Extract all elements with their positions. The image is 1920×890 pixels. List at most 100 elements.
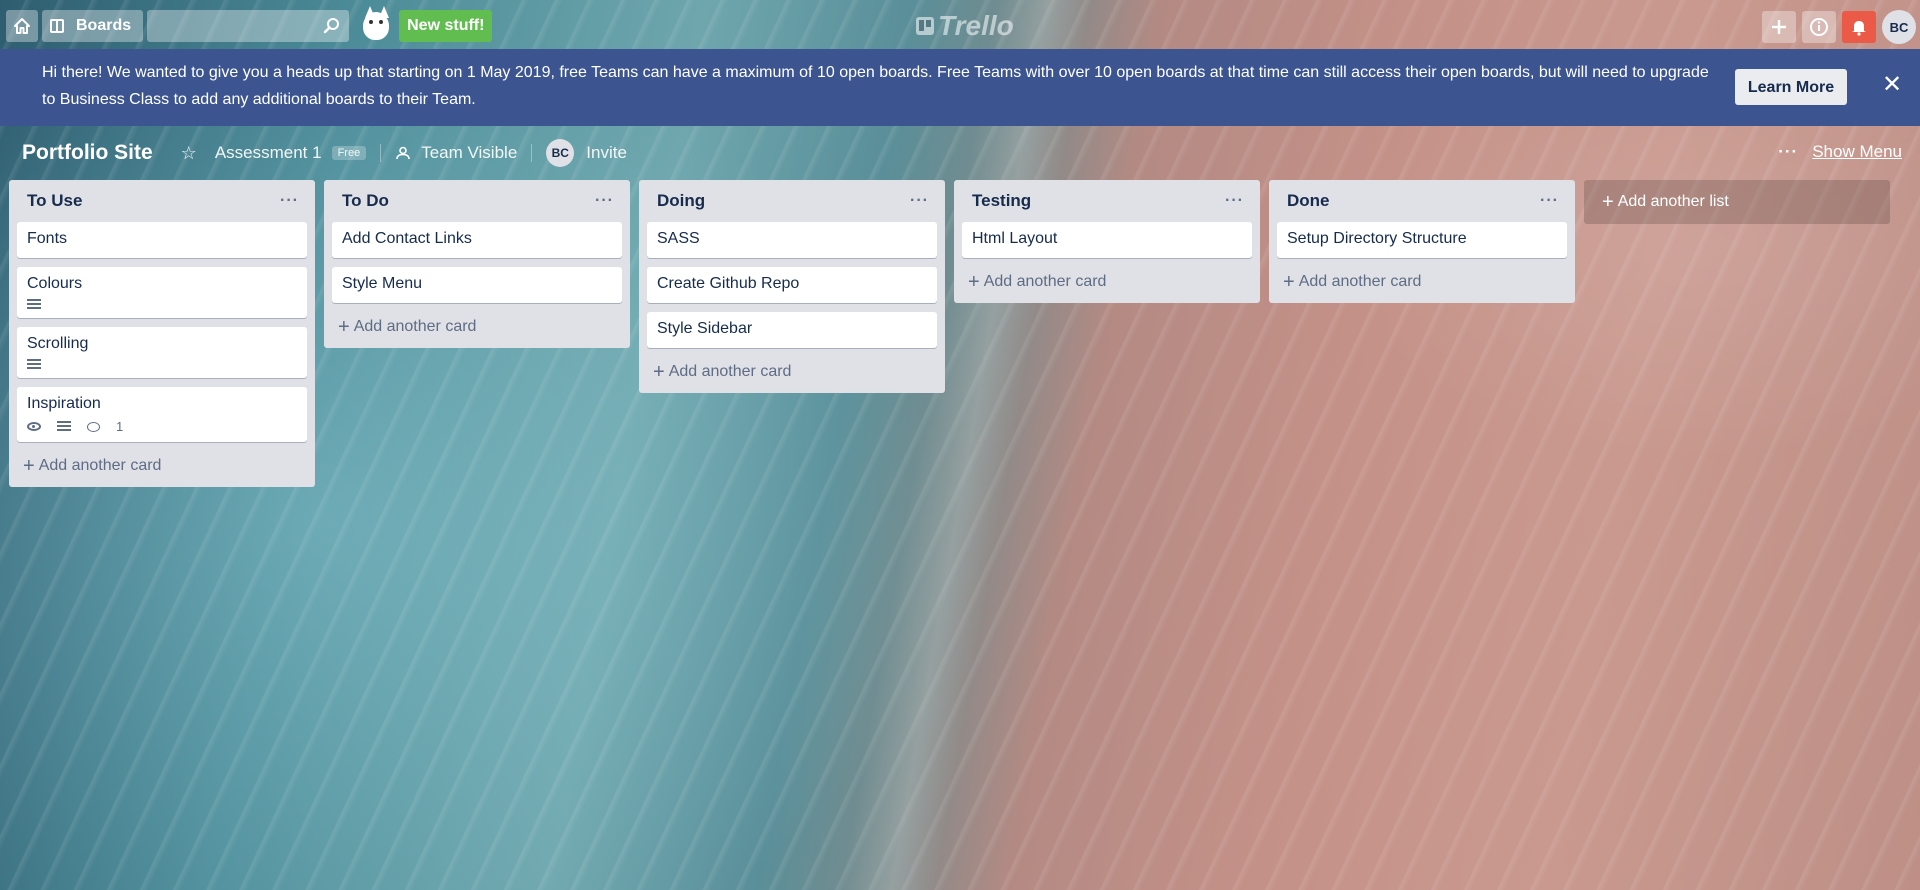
- member-avatar[interactable]: BC: [546, 139, 575, 167]
- add-card-button[interactable]: + Add another card: [1277, 267, 1567, 295]
- plus-icon: +: [653, 361, 665, 383]
- add-card-button[interactable]: + Add another card: [962, 267, 1252, 295]
- invite-button[interactable]: Invite: [586, 143, 627, 163]
- description-icon: [57, 421, 71, 432]
- add-card-button[interactable]: + Add another card: [647, 357, 937, 385]
- add-card-label: Add another card: [983, 273, 1107, 290]
- plus-icon: +: [1602, 190, 1614, 213]
- card-sass[interactable]: SASS: [647, 222, 937, 258]
- show-menu-button[interactable]: ··· Show Menu: [1778, 142, 1902, 162]
- list-title[interactable]: Doing: [657, 191, 705, 211]
- card-badges: 1: [27, 419, 297, 434]
- card-create-github-repo[interactable]: Create Github Repo: [647, 267, 937, 303]
- user-avatar[interactable]: BC: [1882, 10, 1916, 44]
- card-title: Style Sidebar: [657, 320, 753, 337]
- card-title: Scrolling: [27, 335, 89, 352]
- list-header: Doing ···: [647, 180, 937, 222]
- eye-icon: [27, 422, 41, 431]
- ellipsis-icon[interactable]: ···: [1540, 192, 1559, 210]
- info-icon: [1810, 18, 1828, 36]
- search-icon: [323, 18, 340, 34]
- card-style-menu[interactable]: Style Menu: [332, 267, 622, 303]
- team-button[interactable]: Assessment 1 Free: [214, 143, 367, 163]
- add-list-button[interactable]: + Add another list: [1584, 180, 1890, 224]
- trello-logo-icon: [916, 17, 934, 35]
- add-card-label: Add another card: [38, 457, 162, 474]
- card-inspiration[interactable]: Inspiration 1: [17, 387, 307, 442]
- description-icon: [27, 359, 41, 370]
- boards-label: Boards: [76, 17, 132, 34]
- card-scrolling[interactable]: Scrolling: [17, 327, 307, 378]
- list-header: To Do ···: [332, 180, 622, 222]
- card-title: Inspiration: [27, 395, 101, 412]
- list-doing[interactable]: Doing ··· SASS Create Github Repo Style …: [639, 180, 945, 393]
- plus-icon: +: [338, 316, 350, 338]
- team-name: Assessment 1: [214, 143, 322, 162]
- list-to-use[interactable]: To Use ··· Fonts Colours Scrolling Inspi…: [9, 180, 315, 487]
- plus-icon: [1772, 20, 1786, 34]
- card-title: Create Github Repo: [657, 275, 800, 292]
- list-title[interactable]: Done: [1287, 191, 1330, 211]
- card-badges: [27, 359, 297, 370]
- ellipsis-icon[interactable]: ···: [595, 192, 614, 210]
- home-button[interactable]: [6, 10, 38, 42]
- trello-logo-text: Trello: [938, 10, 1014, 41]
- announcement-banner: Hi there! We wanted to give you a heads …: [0, 49, 1920, 126]
- notifications-button[interactable]: [1842, 11, 1876, 43]
- list-title[interactable]: To Do: [342, 191, 389, 211]
- visibility-button[interactable]: Team Visible: [395, 143, 517, 163]
- team-icon: [396, 146, 411, 160]
- top-header-bar: Boards New stuff! Trello BC: [0, 4, 1920, 48]
- list-header: Testing ···: [962, 180, 1252, 222]
- ellipsis-icon[interactable]: ···: [1225, 192, 1244, 210]
- card-fonts[interactable]: Fonts: [17, 222, 307, 258]
- card-setup-directory-structure[interactable]: Setup Directory Structure: [1277, 222, 1567, 258]
- list-testing[interactable]: Testing ··· Html Layout + Add another ca…: [954, 180, 1260, 303]
- card-badges: [27, 299, 297, 310]
- plus-icon: +: [1283, 271, 1295, 293]
- trello-logo[interactable]: Trello: [916, 10, 1014, 42]
- home-icon: [14, 18, 30, 34]
- add-card-label: Add another card: [1298, 273, 1422, 290]
- add-card-button[interactable]: + Add another card: [17, 451, 307, 479]
- card-colours[interactable]: Colours: [17, 267, 307, 318]
- card-html-layout[interactable]: Html Layout: [962, 222, 1252, 258]
- plus-icon: +: [23, 455, 35, 477]
- divider: [531, 144, 533, 162]
- card-title: SASS: [657, 230, 700, 247]
- new-stuff-button[interactable]: New stuff!: [399, 10, 493, 42]
- show-menu-label: Show Menu: [1812, 142, 1902, 161]
- card-style-sidebar[interactable]: Style Sidebar: [647, 312, 937, 348]
- list-to-do[interactable]: To Do ··· Add Contact Links Style Menu +…: [324, 180, 630, 348]
- card-add-contact-links[interactable]: Add Contact Links: [332, 222, 622, 258]
- add-list-label: Add another list: [1617, 193, 1729, 210]
- divider: [380, 144, 382, 162]
- ellipsis-icon[interactable]: ···: [910, 192, 929, 210]
- comment-badge: 1: [87, 419, 139, 434]
- add-card-label: Add another card: [353, 318, 477, 335]
- learn-more-button[interactable]: Learn More: [1735, 69, 1847, 105]
- board-header: Portfolio Site ☆ Assessment 1 Free Team …: [0, 136, 1920, 170]
- list-title[interactable]: Testing: [972, 191, 1031, 211]
- list-header: To Use ···: [17, 180, 307, 222]
- plus-icon: +: [968, 271, 980, 293]
- card-title: Style Menu: [342, 275, 423, 292]
- card-title: Setup Directory Structure: [1287, 230, 1467, 247]
- info-button[interactable]: [1802, 11, 1836, 43]
- create-button[interactable]: [1762, 11, 1796, 43]
- board-title[interactable]: Portfolio Site: [22, 141, 153, 165]
- ellipsis-icon[interactable]: ···: [280, 192, 299, 210]
- banner-message: Hi there! We wanted to give you a heads …: [42, 64, 1709, 108]
- card-title: Add Contact Links: [342, 230, 472, 247]
- star-icon[interactable]: ☆: [181, 143, 197, 164]
- add-card-button[interactable]: + Add another card: [332, 312, 622, 340]
- boards-button[interactable]: Boards: [42, 10, 144, 42]
- visibility-label: Team Visible: [421, 143, 518, 162]
- taco-mascot-icon[interactable]: [355, 6, 395, 46]
- add-card-label: Add another card: [668, 363, 792, 380]
- list-header: Done ···: [1277, 180, 1567, 222]
- search-input[interactable]: [147, 10, 350, 42]
- close-icon[interactable]: ✕: [1882, 71, 1902, 98]
- list-title[interactable]: To Use: [27, 191, 82, 211]
- list-done[interactable]: Done ··· Setup Directory Structure + Add…: [1269, 180, 1575, 303]
